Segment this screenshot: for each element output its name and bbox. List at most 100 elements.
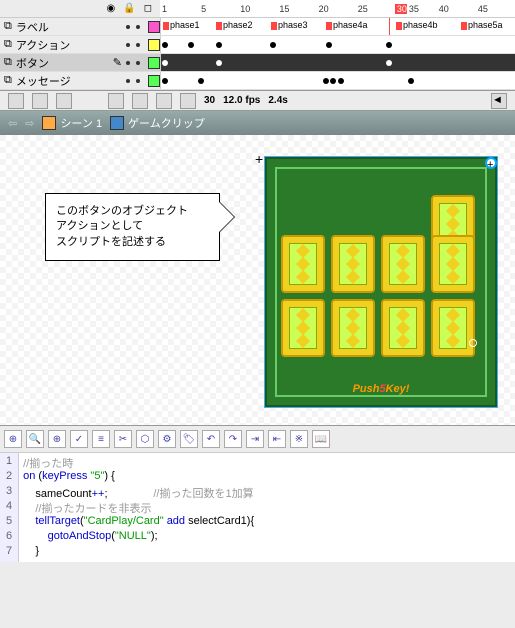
add-script-button[interactable]: ⊕ (4, 430, 22, 448)
frame-label: phase2 (216, 20, 253, 30)
breadcrumb-label: シーン 1 (60, 115, 102, 131)
scroll-left-button[interactable]: ◄ (491, 93, 507, 109)
timeline-footer: 30 12.0 fps 2.4s ◄ (0, 90, 515, 110)
breadcrumb-symbol[interactable]: ゲームクリップ (110, 115, 205, 131)
ruler-tick: 15 (277, 4, 316, 14)
breadcrumb-label: ゲームクリップ (128, 115, 205, 131)
callout-line: アクションとして (56, 219, 209, 234)
edit-bar: ⇦ ⇨ シーン 1 ゲームクリップ (0, 111, 515, 135)
game-movieclip[interactable]: + Push5Key! (265, 157, 497, 407)
script-editor[interactable]: 123 456 7 //揃った時 on (keyPress "5") { sam… (0, 453, 515, 562)
frame-label: phase4b (396, 20, 438, 30)
reference-button[interactable]: 📖 (312, 430, 330, 448)
button-layer-icon: ⧉ (4, 56, 12, 69)
eye-icon[interactable]: ◉ (107, 3, 116, 14)
breadcrumb-scene[interactable]: シーン 1 (42, 115, 102, 131)
layer-name: ラベル (16, 19, 122, 35)
layer-row-active[interactable]: ⧉ ボタン ✎ (0, 54, 515, 72)
autoformat-button[interactable]: ≡ (92, 430, 110, 448)
undo-button[interactable]: ↶ (202, 430, 220, 448)
code-content[interactable]: //揃った時 on (keyPress "5") { sameCount++; … (19, 453, 258, 562)
fps-display: 12.0 fps (223, 95, 260, 106)
layer-info[interactable]: ⧉ メッセージ (0, 72, 160, 89)
pencil-icon: ✎ (113, 56, 122, 69)
ruler-tick: 40 (437, 4, 476, 14)
card-grid (281, 235, 475, 357)
ruler-tick: 25 (356, 4, 395, 14)
ruler-tick: 35 (407, 4, 437, 14)
frame-track[interactable]: phase1 phase2 phase3 phase4a phase4b pha… (160, 18, 515, 35)
forward-button[interactable]: ⇨ (25, 117, 34, 130)
options-button[interactable]: ⚙ (158, 430, 176, 448)
card[interactable] (381, 235, 425, 293)
layer-name: アクション (16, 37, 122, 53)
expand-button[interactable]: ⇤ (268, 430, 286, 448)
card[interactable] (431, 235, 475, 293)
card[interactable] (381, 299, 425, 357)
onion-outline-button[interactable] (156, 93, 172, 109)
layer-info[interactable]: ⧉ ボタン ✎ (0, 54, 160, 71)
frame-track[interactable] (160, 36, 515, 53)
card[interactable] (431, 299, 475, 357)
add-folder-button[interactable] (32, 93, 48, 109)
layer-info[interactable]: ⧉ アクション (0, 36, 160, 53)
frame-label: phase4a (326, 20, 368, 30)
ruler-tick: 20 (317, 4, 356, 14)
delete-layer-button[interactable] (56, 93, 72, 109)
actions-toolbar: ⊕ 🔍 ⊕ ✓ ≡ ✂ ⬡ ⚙ 🏷 ↶ ↷ ⇥ ⇤ ※ 📖 (0, 426, 515, 453)
edit-multiple-button[interactable] (180, 93, 196, 109)
find-button[interactable]: 🔍 (26, 430, 44, 448)
layer-info[interactable]: ⧉ ラベル (0, 18, 160, 35)
card[interactable] (331, 299, 375, 357)
layer-color-swatch[interactable] (148, 39, 160, 51)
layer-row[interactable]: ⧉ アクション (0, 36, 515, 54)
center-frame-button[interactable] (108, 93, 124, 109)
push-key-label: Push5Key! (267, 379, 495, 395)
debug-button[interactable]: ⬡ (136, 430, 154, 448)
current-frame-display: 30 (204, 95, 215, 106)
card[interactable] (281, 299, 325, 357)
lock-icon[interactable]: 🔒 (123, 3, 135, 14)
outline-icon[interactable]: ◻ (144, 3, 152, 14)
layer-color-swatch[interactable] (148, 21, 160, 33)
layer-name: メッセージ (16, 73, 122, 89)
layer-color-swatch[interactable] (148, 75, 160, 87)
movieclip-icon (110, 116, 124, 130)
time-display: 2.4s (268, 95, 287, 106)
ruler-tick: 45 (476, 4, 515, 14)
scene-icon (42, 116, 56, 130)
add-layer-button[interactable] (8, 93, 24, 109)
callout-line: スクリプトを記述する (56, 235, 209, 250)
comment-button[interactable]: ※ (290, 430, 308, 448)
card[interactable] (281, 235, 325, 293)
action-layer-icon: ⧉ (4, 38, 12, 51)
line-gutter: 123 456 7 (0, 453, 19, 562)
stage[interactable]: + このボタンのオブジェクト アクションとして スクリプトを記述する + Pus… (0, 135, 515, 425)
layer-column-header: ◉ 🔒 ◻ (0, 0, 160, 17)
frame-label: phase3 (271, 20, 308, 30)
card[interactable] (331, 235, 375, 293)
redo-button[interactable]: ↷ (224, 430, 242, 448)
frame-track[interactable] (160, 54, 515, 71)
frame-track[interactable] (160, 72, 515, 89)
layer-color-swatch[interactable] (148, 57, 160, 69)
ruler-tick-current: 30 (395, 4, 407, 14)
timeline-panel: ◉ 🔒 ◻ 1 5 10 15 20 25 30 35 40 45 ⧉ ラベル … (0, 0, 515, 111)
collapse-button[interactable]: ⇥ (246, 430, 264, 448)
label-layer-icon: ⧉ (4, 20, 12, 33)
check-syntax-button[interactable]: ✓ (70, 430, 88, 448)
bookmark-button[interactable]: 🏷 (180, 430, 198, 448)
frame-ruler[interactable]: 1 5 10 15 20 25 30 35 40 45 (160, 0, 515, 17)
layer-name: ボタン (16, 55, 109, 71)
target-button[interactable]: ⊕ (48, 430, 66, 448)
code-hint-button[interactable]: ✂ (114, 430, 132, 448)
layer-row[interactable]: ⧉ ラベル phase1 phase2 phase3 phase4a phase… (0, 18, 515, 36)
registration-cross-icon: + (255, 151, 263, 167)
back-button[interactable]: ⇦ (8, 117, 17, 130)
layer-row[interactable]: ⧉ メッセージ (0, 72, 515, 90)
circle-marker-icon (469, 339, 477, 347)
playhead[interactable] (389, 18, 390, 35)
frame-label: phase1 (163, 20, 200, 30)
onion-skin-button[interactable] (132, 93, 148, 109)
message-layer-icon: ⧉ (4, 74, 12, 87)
